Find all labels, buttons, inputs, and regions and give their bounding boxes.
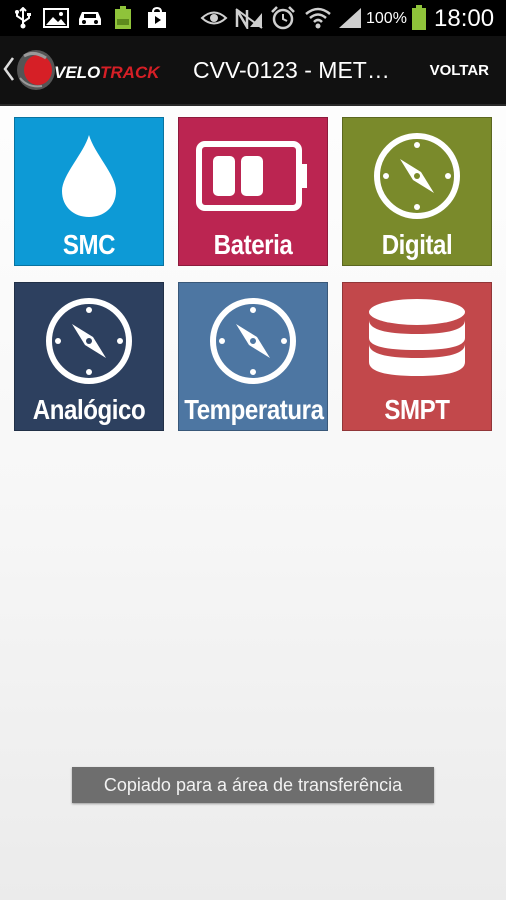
play-store-icon: [144, 6, 170, 30]
tile-smc[interactable]: SMC: [14, 117, 164, 266]
tile-bateria[interactable]: Bateria: [178, 117, 328, 266]
svg-text:VELO: VELO: [54, 63, 100, 82]
battery-percent: 100%: [366, 10, 407, 27]
no-signal-icon: [234, 6, 264, 30]
action-bar: VELO TRACK CVV-0123 - MET… VOLTAR: [0, 36, 506, 106]
tile-digital[interactable]: Digital: [342, 117, 492, 266]
database-icon: [343, 291, 491, 391]
image-icon: [42, 6, 70, 30]
tile-label: SMPT: [384, 394, 450, 425]
tile-analogico[interactable]: Analógico: [14, 282, 164, 431]
compass-icon: [343, 126, 491, 226]
compass-icon: [179, 291, 327, 391]
battery-full-icon: [112, 6, 134, 30]
svg-text:TRACK: TRACK: [100, 63, 161, 82]
battery-icon: [179, 126, 327, 226]
tile-smpt[interactable]: SMPT: [342, 282, 492, 431]
alarm-icon: [270, 6, 296, 30]
car-icon: [76, 6, 104, 30]
tile-label: Temperatura: [184, 394, 324, 425]
signal-icon: [336, 6, 364, 30]
battery-icon: [410, 5, 428, 30]
velotrack-logo[interactable]: VELO TRACK: [14, 48, 190, 92]
wifi-icon: [304, 6, 332, 30]
page-title: CVV-0123 - MET…: [193, 57, 390, 83]
tile-temperatura[interactable]: Temperatura: [178, 282, 328, 431]
tile-label: Bateria: [213, 229, 293, 260]
drop-icon: [15, 126, 163, 226]
eye-icon: [200, 6, 228, 30]
tile-label: Analógico: [32, 394, 146, 425]
compass-icon: [15, 291, 163, 391]
tile-label: SMC: [62, 229, 116, 260]
toast-message: Copiado para a área de transferência: [72, 767, 434, 803]
status-bar: 100% 18:00: [0, 0, 506, 36]
usb-icon: [12, 6, 34, 30]
clock: 18:00: [434, 5, 495, 32]
tile-label: Digital: [381, 229, 453, 260]
voltar-button[interactable]: VOLTAR: [430, 61, 489, 81]
